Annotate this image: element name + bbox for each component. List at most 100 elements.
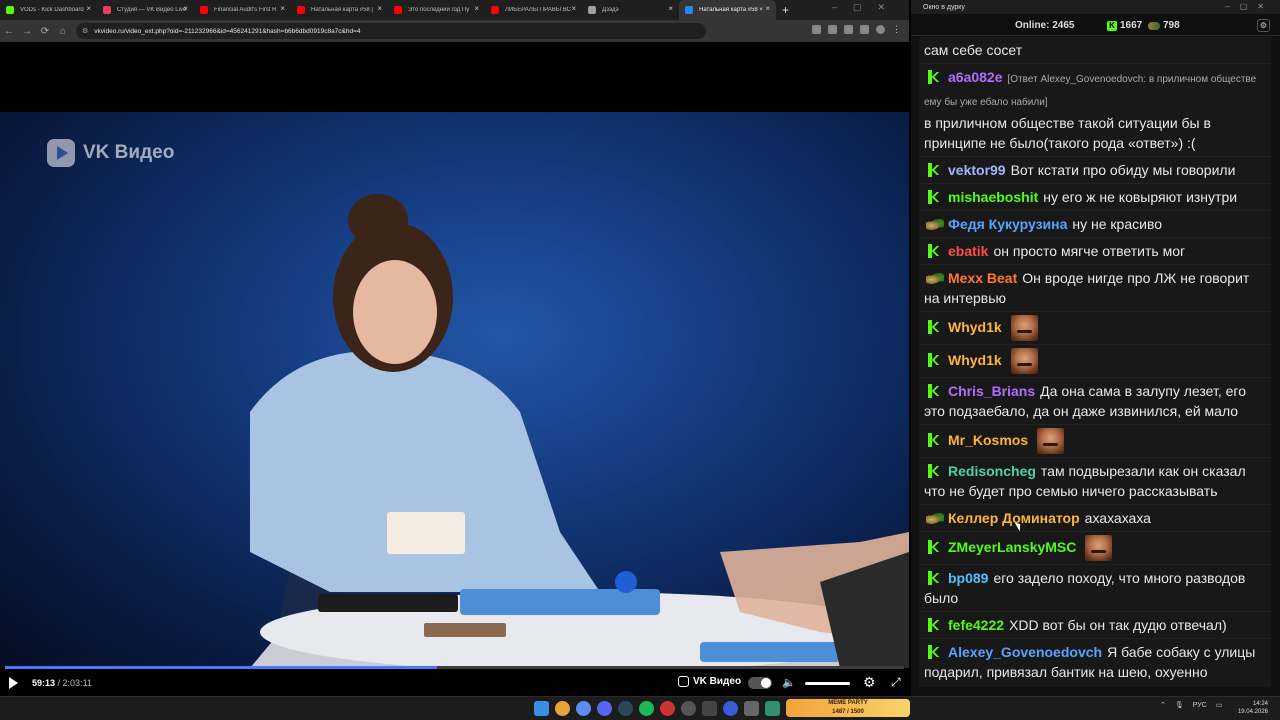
chat-username[interactable]: Alexey_Govenoedovch [948,644,1102,660]
chat-username[interactable]: Mexx Beat [948,270,1017,286]
network-icon[interactable]: ▭ [1216,701,1223,709]
chat-settings-icon[interactable]: ⚙ [1257,19,1270,32]
window-controls[interactable]: –▢✕ [1225,2,1274,11]
app-icon[interactable] [744,701,759,716]
other-count: 798 [1163,20,1180,31]
browser-tab[interactable]: Financial Audit's First R × [194,0,291,20]
settings-gear-icon[interactable]: ⚙ [863,674,876,691]
vk-video-watermark: VK Видео [47,139,174,167]
chat-username[interactable]: Whyd1k [948,352,1002,368]
browser-tab[interactable]: Это последний год Пу × [388,0,485,20]
meme-party-widget[interactable]: MEME PARTY 1487 / 1500 [786,699,910,717]
clock[interactable]: 14:24 19.04.2026 [1228,700,1268,716]
extension-icon[interactable] [828,25,837,34]
chat-message: mishaeboshit ну его ж не ковыряют изнутри [919,184,1271,211]
chat-username[interactable]: Келлер Доминатор [948,510,1080,526]
kick-badge-icon [928,244,942,259]
spotify-icon[interactable] [639,701,654,716]
tab-close-icon[interactable]: × [86,4,91,13]
profile-icon[interactable] [876,25,885,34]
chat-username[interactable]: ebatik [948,243,988,259]
chat-username[interactable]: Whyd1k [948,319,1002,335]
browser-tab[interactable]: ЛИБЕРАЛЫ ПРАВЫ ВС × [485,0,582,20]
meme-party-progress: 1487 / 1500 [832,709,864,715]
extension-icon[interactable] [844,25,853,34]
site-info-icon[interactable]: ⚙ [82,27,88,35]
extension-icon[interactable] [812,25,821,34]
video-frame[interactable]: VK Видео [0,112,909,668]
tab-close-icon[interactable]: × [377,4,382,13]
tray-chevron-icon[interactable]: ⌃ [1160,701,1166,709]
reload-icon[interactable]: ⟳ [36,26,54,37]
browser-toolbar: ← → ⟳ ⌂ ⚙ vkvideo.ru/video_ext.php?oid=-… [0,20,909,42]
tab-close-icon[interactable]: × [765,4,770,13]
chat-username[interactable]: Chris_Brians [948,383,1035,399]
fullscreen-icon[interactable]: ⤢ [891,675,901,690]
video-player[interactable]: VK Видео 59:13 / 2:03:11 VK Видео 🔈 ⚙ ⤢ [0,42,909,696]
steam-icon[interactable] [618,701,633,716]
kick-badge-icon [928,70,942,85]
current-time: 59:13 [32,678,56,688]
menu-icon[interactable]: ⋮ [892,25,901,34]
forward-icon[interactable]: → [18,26,36,37]
platform-badge-icon [926,272,944,284]
taskbar-apps [534,701,801,716]
chat-username[interactable]: Redisoncheg [948,463,1036,479]
language-indicator[interactable]: РУС [1193,702,1207,709]
chrome-icon[interactable] [555,701,570,716]
volume-icon[interactable]: 🔈 [782,676,796,689]
home-icon[interactable]: ⌂ [54,26,72,37]
chat-username[interactable]: fefe4222 [948,617,1004,633]
tab-close-icon[interactable]: × [183,4,188,13]
new-tab-icon[interactable]: + [782,3,789,17]
windows-start-icon[interactable] [534,701,549,716]
browser-tab[interactable]: Дзэдэ × [582,0,679,20]
browser-tab[interactable]: VODs - Kick Dashboard × [0,0,97,20]
vk-video-button[interactable]: VK Видео [678,676,741,687]
chat-username[interactable]: Федя Кукурузина [948,216,1067,232]
tab-close-icon[interactable]: × [474,4,479,13]
chat-username[interactable]: mishaeboshit [948,189,1038,205]
tab-favicon-icon [685,6,693,14]
vk-video-watermark-text: VK Видео [83,142,175,163]
extension-icon[interactable] [860,25,869,34]
chat-message: Mr_Kosmos [919,425,1271,458]
browser-tab[interactable]: Натальная карта #58 | × [291,0,388,20]
app-icon[interactable] [660,701,675,716]
browser-tab[interactable]: Натальная карта #58 × × [679,0,776,20]
tab-label: Натальная карта #58 | [311,7,373,13]
browser-window-controls[interactable]: –▢✕ [832,2,901,13]
app-icon[interactable] [765,701,780,716]
chat-username[interactable]: vektor99 [948,162,1006,178]
video-progress-bar[interactable] [5,666,904,669]
chat-username[interactable]: ZMeyerLanskyMSC [948,539,1076,555]
volume-slider[interactable] [805,682,850,685]
meme-party-title: MEME PARTY [828,700,868,706]
tab-close-icon[interactable]: × [668,4,673,13]
chat-username[interactable]: bp089 [948,570,988,586]
play-icon[interactable] [9,677,18,689]
autoplay-toggle[interactable] [748,677,772,689]
app-icon[interactable] [681,701,696,716]
app-icon[interactable] [702,701,717,716]
tab-label: VODs - Kick Dashboard [20,7,84,13]
chat-message: Келлер Доминатор ахахахаха [919,505,1271,532]
back-icon[interactable]: ← [0,26,18,37]
discord-icon[interactable] [597,701,612,716]
tab-favicon-icon [394,6,402,14]
tab-close-icon[interactable]: × [571,4,576,13]
app-icon[interactable] [723,701,738,716]
chat-username[interactable]: Mr_Kosmos [948,432,1028,448]
kick-badge-icon [928,163,942,178]
address-bar[interactable]: ⚙ vkvideo.ru/video_ext.php?oid=-21123296… [76,23,706,39]
browser-icon[interactable] [576,701,591,716]
tab-close-icon[interactable]: × [280,4,285,13]
vk-video-icon [678,676,689,687]
chat-message: Mexx Beat Он вроде нигде про ЛЖ не говори… [919,265,1271,312]
clock-date: 19.04.2026 [1237,709,1268,715]
microphone-icon[interactable]: 🎙 [1175,701,1184,709]
chat-username[interactable]: a6a082e [948,69,1003,85]
chat-window-title: Окно в дурку –▢✕ [911,0,1280,14]
chat-message-text: сам себе сосет [924,42,1023,58]
browser-tab[interactable]: Студия — VK Видео Live × [97,0,194,20]
